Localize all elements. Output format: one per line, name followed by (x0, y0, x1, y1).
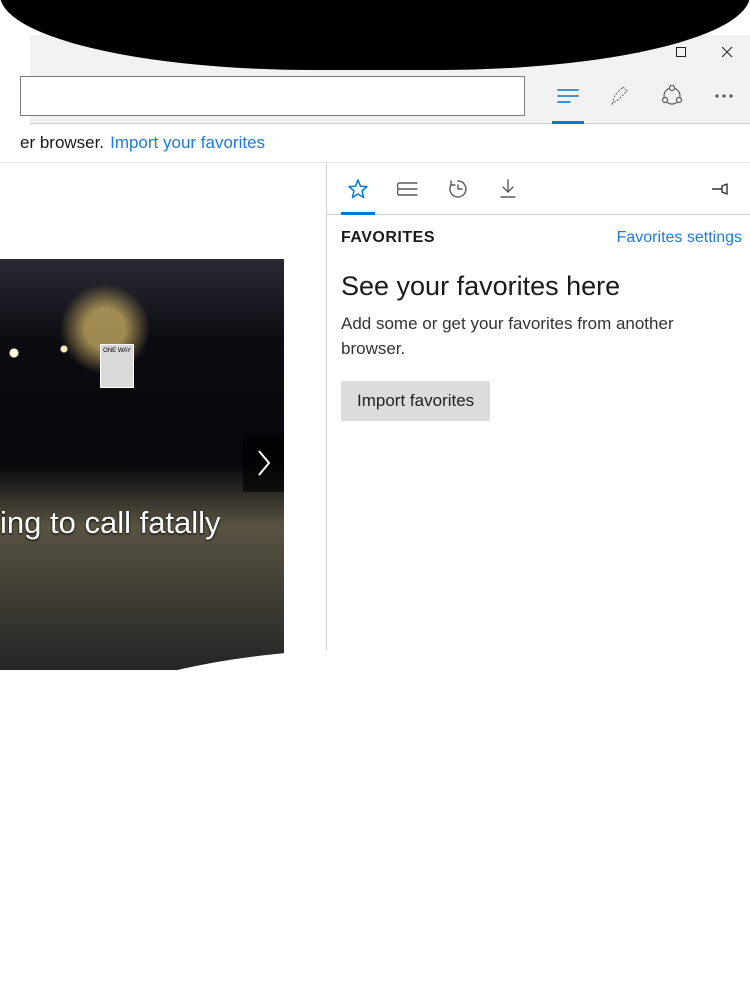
favorites-empty-heading: See your favorites here (341, 271, 736, 302)
address-bar[interactable] (20, 76, 525, 116)
more-icon (713, 85, 735, 107)
reading-list-icon (397, 179, 419, 199)
hub-panel: FAVORITES Favorites settings See your fa… (326, 163, 750, 699)
browser-toolbar (30, 69, 750, 124)
news-headline: ing to call fatally (0, 505, 264, 541)
chevron-right-icon (255, 448, 273, 478)
hub-icon (556, 86, 580, 106)
hub-pin-button[interactable] (696, 163, 744, 215)
crop-decor-bottom (0, 649, 750, 999)
history-icon (447, 178, 469, 200)
import-favorites-link[interactable]: Import your favorites (110, 133, 265, 153)
info-bar-text: er browser. (20, 133, 104, 153)
pin-icon (709, 178, 731, 200)
hub-tab-strip (327, 163, 750, 215)
window-close-button[interactable] (704, 35, 750, 69)
hub-title: FAVORITES (341, 229, 435, 247)
favorites-settings-link[interactable]: Favorites settings (617, 229, 742, 247)
import-favorites-button[interactable]: Import favorites (341, 381, 490, 421)
hub-tab-favorites[interactable] (333, 163, 383, 215)
share-button[interactable] (646, 69, 698, 124)
star-icon (347, 178, 369, 200)
web-note-button[interactable] (594, 69, 646, 124)
news-tile[interactable]: ONE WAY ing to call fatally (0, 259, 284, 670)
carousel-next-button[interactable] (243, 434, 284, 492)
street-sign-graphic: ONE WAY (100, 344, 134, 388)
close-icon (721, 46, 733, 58)
hub-tab-downloads[interactable] (483, 163, 533, 215)
share-icon (661, 85, 683, 107)
more-button[interactable] (698, 69, 750, 124)
download-icon (498, 178, 518, 200)
maximize-icon (675, 46, 687, 58)
import-info-bar: er browser. Import your favorites (0, 124, 750, 163)
hub-tab-history[interactable] (433, 163, 483, 215)
favorites-empty-body: Add some or get your favorites from anot… (341, 312, 736, 361)
hub-button[interactable] (542, 69, 594, 124)
toolbar-icon-group (542, 69, 750, 123)
hub-tab-reading-list[interactable] (383, 163, 433, 215)
hub-body: See your favorites here Add some or get … (327, 247, 750, 437)
hub-header: FAVORITES Favorites settings (327, 215, 750, 247)
web-note-icon (609, 85, 631, 107)
